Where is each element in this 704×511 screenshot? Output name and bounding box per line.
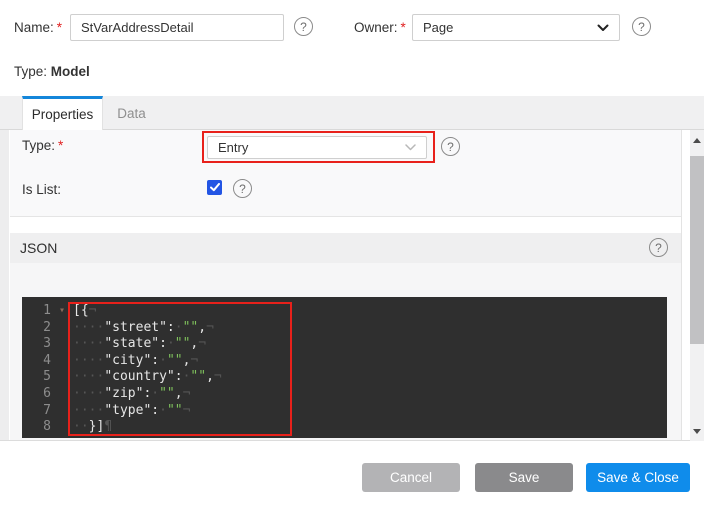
owner-help-icon[interactable]: ?: [632, 17, 651, 36]
json-help-icon[interactable]: ?: [649, 238, 668, 257]
vertical-scrollbar[interactable]: [690, 130, 704, 441]
code-line: ··}]¶: [73, 419, 222, 436]
type-select-value: Entry: [218, 140, 248, 155]
code-line: ····"city":·"",¬: [73, 353, 222, 370]
chevron-down-icon: [597, 24, 609, 32]
variable-type-value: Model: [51, 64, 90, 79]
line-number: 8: [22, 419, 51, 436]
json-section-title: JSON: [20, 240, 57, 256]
is-list-label: Is List:: [22, 182, 61, 197]
content-border: [681, 130, 682, 441]
scroll-up-arrow-icon[interactable]: [693, 138, 701, 143]
left-gutter: [0, 130, 9, 441]
tab-bar: Properties Data: [0, 96, 704, 130]
json-code-editor[interactable]: 1▾2345678 [{¬····"street":·"",¬····"stat…: [22, 297, 667, 438]
cancel-button[interactable]: Cancel: [362, 463, 460, 492]
type-help-icon[interactable]: ?: [441, 137, 460, 156]
tab-properties[interactable]: Properties: [22, 96, 103, 130]
is-list-help-icon[interactable]: ?: [233, 179, 252, 198]
required-asterisk: *: [57, 20, 62, 35]
save-and-close-button[interactable]: Save & Close: [586, 463, 690, 492]
owner-select-value: Page: [423, 20, 453, 35]
line-number: 7: [22, 403, 51, 420]
code-lines: [{¬····"street":·"",¬····"state":·"",¬··…: [67, 297, 222, 438]
line-number: 5: [22, 369, 51, 386]
required-asterisk: *: [401, 20, 406, 35]
save-button[interactable]: Save: [475, 463, 573, 492]
tab-data[interactable]: Data: [103, 96, 160, 130]
properties-panel: Type:* Entry ? Is List: ? JSON ? Field E…: [0, 130, 704, 441]
owner-label: Owner:*: [354, 20, 406, 35]
check-icon: [210, 183, 220, 192]
line-number: 4: [22, 353, 51, 370]
code-gutter: 1▾2345678: [22, 297, 67, 438]
owner-select[interactable]: Page: [412, 14, 620, 41]
is-list-checkbox[interactable]: [207, 180, 222, 195]
code-line: ····"street":·"",¬: [73, 320, 222, 337]
scrollbar-thumb[interactable]: [690, 156, 704, 344]
scroll-down-arrow-icon[interactable]: [693, 429, 701, 434]
fold-arrow-icon[interactable]: ▾: [59, 303, 65, 320]
code-line: ····"state":·"",¬: [73, 336, 222, 353]
line-number: 6: [22, 386, 51, 403]
line-number: 1▾: [22, 303, 51, 320]
name-input[interactable]: [70, 14, 284, 41]
chevron-down-icon: [405, 144, 416, 151]
name-label: Name:*: [14, 20, 62, 35]
json-section-header: JSON ?: [10, 233, 681, 263]
code-line: ····"zip":·"",¬: [73, 386, 222, 403]
name-help-icon[interactable]: ?: [294, 17, 313, 36]
required-asterisk: *: [58, 138, 63, 153]
type-field-label: Type:*: [22, 138, 63, 153]
code-line: ····"country":·"",¬: [73, 369, 222, 386]
line-number: 2: [22, 320, 51, 337]
code-line: ····"type":·""¬: [73, 403, 222, 420]
type-select[interactable]: Entry: [207, 136, 427, 159]
line-number: 3: [22, 336, 51, 353]
code-line: [{¬: [73, 303, 222, 320]
variable-type-text: Type: Model: [14, 64, 90, 79]
